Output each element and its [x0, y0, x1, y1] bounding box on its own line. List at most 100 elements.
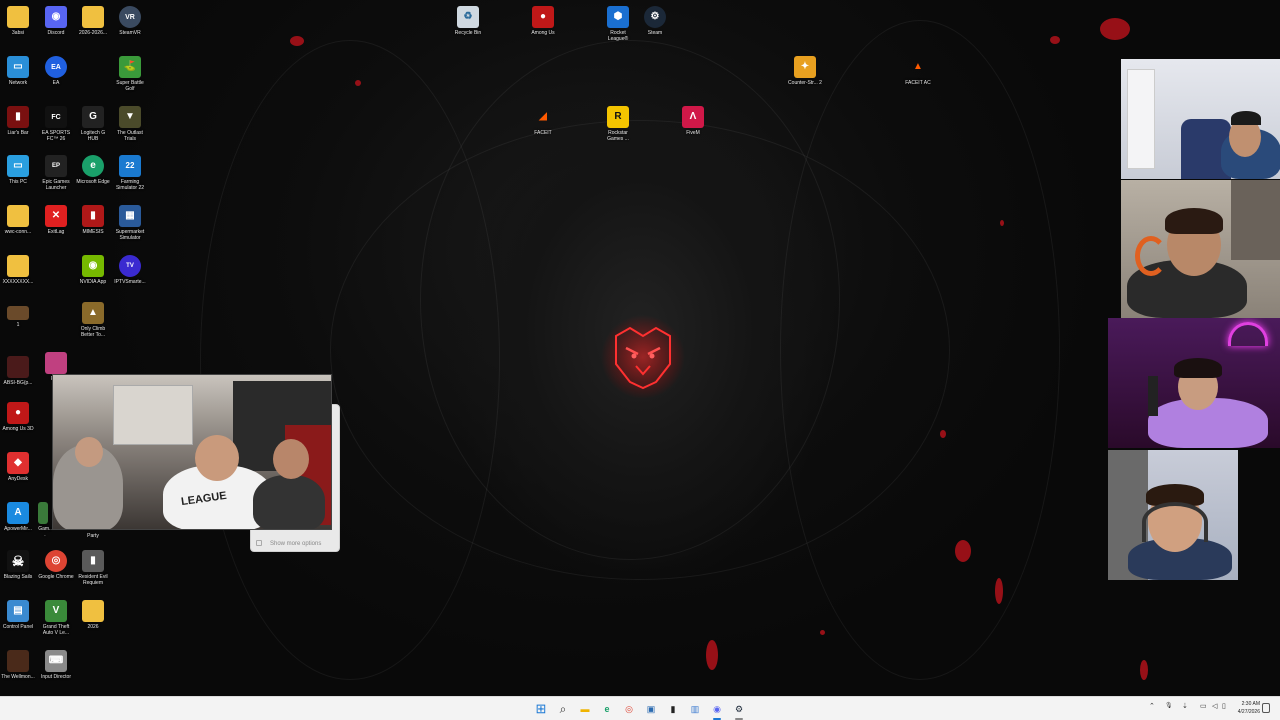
desktop-icon-label: 3absi [12, 30, 24, 36]
desktop-icon-anydesk[interactable]: ◆ AnyDesk [0, 452, 36, 482]
desktop-icon-steam[interactable]: ⚙ Steam [637, 6, 673, 36]
desktop-icon-label: Google Chrome [38, 574, 74, 580]
store-icon[interactable]: ▥ [687, 701, 703, 717]
desktop-icon-label: Rockstar Games ... [607, 130, 629, 142]
desktop-icon-label: Among Us [531, 30, 555, 36]
chevron-up-icon[interactable]: ⌃ [1149, 702, 1155, 710]
apowermirror-icon: A [7, 502, 29, 524]
headset [1135, 236, 1167, 276]
system-clock[interactable]: 2:30 AM 4/27/2026 [1226, 700, 1260, 716]
desktop-icon-nvidia-app[interactable]: ◉ NVIDIA App [75, 255, 111, 285]
webcam-3[interactable] [1108, 318, 1280, 448]
desktop-icon-partial-gam[interactable]: Gam... [38, 502, 52, 538]
desktop-icon-ea-sports-fc[interactable]: FC EA SPORTS FC™ 26 [38, 106, 74, 142]
desktop-icon-gta-v[interactable]: V Grand Theft Auto V Le... [38, 600, 74, 636]
start-icon[interactable]: ⊞ [533, 701, 549, 717]
chrome-icon[interactable]: ◎ [621, 701, 637, 717]
desktop-icon-faceit[interactable]: ◢ FACEIT [525, 106, 561, 137]
desktop-icon-wwc-folder[interactable]: wwc-conn... [0, 205, 36, 235]
steam-icon[interactable]: ⚙ [731, 701, 747, 717]
golf-icon: ⛳ [119, 56, 141, 78]
desktop-icon-label: Resident Evil Requiem [78, 574, 108, 586]
desktop-icon-epic-games[interactable]: EP Epic Games Launcher [38, 155, 74, 191]
input-director-icon: ⌨ [45, 650, 67, 672]
wallpaper-fleck [706, 640, 718, 670]
desktop-icon-resident-evil[interactable]: ▮ Resident Evil Requiem [75, 550, 111, 586]
edge-icon[interactable]: e [599, 701, 615, 717]
desktop-icon-xxxx-folder[interactable]: XXXXXXXX... [0, 255, 36, 285]
desktop-icon-3absi[interactable]: 3absi [0, 6, 36, 36]
desktop-icon-google-chrome[interactable]: ◎ Google Chrome [38, 550, 74, 580]
desktop-icon-fivem[interactable]: Λ FiveM [675, 106, 711, 136]
desktop-icon-2026-folder-b[interactable]: 2026 [75, 600, 111, 630]
desktop-icon-recycle-bin[interactable]: ♻ Recycle Bin [450, 6, 486, 36]
desktop-icon-absi-bg[interactable]: ABSI-BG(p... [0, 356, 36, 386]
pip-webcam-video[interactable]: LEAGUE [52, 374, 332, 530]
desktop-icon-steamvr[interactable]: VR SteamVR [112, 6, 148, 36]
desktop-icon-only-climb[interactable]: ▲ Only Climb Better To... [75, 302, 111, 338]
desktop-icon-label: This PC [9, 179, 27, 185]
desktop-icon-mimesis[interactable]: ▮ MIMESIS [75, 205, 111, 235]
file-explorer-icon[interactable]: ▬ [577, 701, 593, 717]
desktop-icon-apowermirror[interactable]: A ApowerMir... [0, 502, 36, 532]
desktop-icon-farming-simulator[interactable]: 22 Farming Simulator 22 [112, 155, 148, 191]
desktop-icon-network[interactable]: ▭ Network [0, 56, 36, 86]
desktop-icon-super-battle-golf[interactable]: ⛳ Super Battle Golf [112, 56, 148, 92]
desktop-icon-ea[interactable]: EA EA [38, 56, 74, 86]
desktop-icon-wellmon[interactable]: The Wellmon... [0, 650, 36, 680]
more-options-icon [256, 540, 262, 547]
desktop-icon-control-panel[interactable]: ▤ Control Panel [0, 600, 36, 630]
only-climb-icon: ▲ [82, 302, 104, 324]
desktop-icon-2026-folder[interactable]: 2026-2026... [75, 6, 111, 36]
desktop-icon-label: FACEIT AC [905, 80, 931, 86]
chrome-icon: ◎ [45, 550, 67, 572]
desktop-icon-outlast-trials[interactable]: ▼ The Outlast Trials [112, 106, 148, 142]
wallpaper-fleck [1140, 660, 1148, 680]
desktop-icon-microsoft-edge[interactable]: e Microsoft Edge [75, 155, 111, 185]
desktop-icon-label: EA [52, 80, 60, 86]
nvidia-icon: ◉ [82, 255, 104, 277]
network-icon[interactable]: ▭ [1200, 702, 1207, 710]
desktop-icon-iptv-smarters[interactable]: TV IPTVSmarte... [112, 255, 148, 285]
wallpaper-fleck [955, 540, 971, 562]
desktop-icon-rockstar-games[interactable]: R Rockstar Games ... [600, 106, 636, 142]
faceit-ac-icon: ▲ [913, 61, 923, 72]
neon-light [1228, 322, 1268, 346]
desktop-icon-counter-strike-2[interactable]: ✦ Counter-Str... 2 [787, 56, 823, 86]
usb-icon[interactable]: ⇣ [1182, 702, 1188, 710]
desktop-icon-rocket-league[interactable]: ⬢ Rocket League® [600, 6, 636, 42]
desktop-icon-label: wwc-conn... [4, 229, 32, 235]
desktop-icon-exitlag[interactable]: ✕ ExitLag [38, 205, 74, 235]
desktop-icon-this-pc[interactable]: ▭ This PC [0, 155, 36, 185]
discord-icon[interactable]: ◉ [709, 701, 725, 717]
desktop-icon-discord[interactable]: ◉ Discord [38, 6, 74, 36]
desktop-icon-faceit-ac[interactable]: ▲ FACEIT AC [900, 56, 936, 87]
microphone-icon[interactable]: 🎙 [1165, 702, 1173, 709]
wallpaper-fleck [820, 630, 825, 635]
logitech-icon: G [82, 106, 104, 128]
desktop-icon-input-director[interactable]: ⌨ Input Director [38, 650, 74, 680]
wallpaper-fleck [940, 430, 946, 438]
webcam-2[interactable] [1121, 180, 1280, 318]
search-icon[interactable]: ⌕ [555, 701, 571, 717]
iptv-icon: TV [119, 255, 141, 277]
epic-icon: EP [45, 155, 67, 177]
app-window-icon[interactable]: ▣ [643, 701, 659, 717]
terminal-icon[interactable]: ▮ [665, 701, 681, 717]
microphone [1148, 376, 1158, 416]
notification-icon[interactable] [1262, 703, 1270, 713]
desktop-icon-label: Rocket League® [607, 30, 629, 42]
desktop-icon-among-us-3d[interactable]: ● Among Us 3D [0, 402, 36, 432]
desktop-icon-file-1[interactable]: 1 [0, 306, 36, 328]
desktop-icon-supermarket-simulator[interactable]: ▦ Supermarket Simulator [112, 205, 148, 241]
desktop-icon-logitech-g-hub[interactable]: G Logitech G HUB [75, 106, 111, 142]
volume-icon[interactable]: ◁ [1212, 702, 1217, 710]
desktop-icon-among-us[interactable]: ● Among Us [525, 6, 561, 36]
window-blinds [1127, 69, 1155, 169]
desktop-icon-label: Only Climb Better To... [80, 326, 106, 338]
desktop-icon-blazing-sails[interactable]: ☠ Blazing Sails [0, 550, 36, 580]
webcam-1[interactable] [1121, 59, 1280, 179]
desktop-icon-liars-bar[interactable]: ▮ Liar's Bar [0, 106, 36, 136]
show-more-options[interactable]: Show more options [256, 539, 321, 549]
webcam-4[interactable] [1108, 450, 1238, 580]
